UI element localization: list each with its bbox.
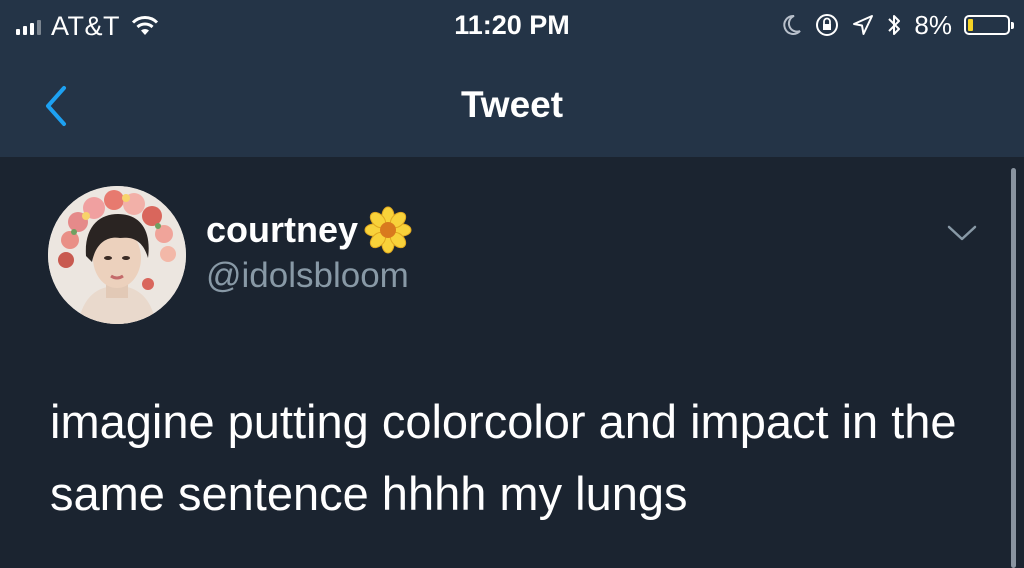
avatar-image [48, 186, 186, 324]
flower-emoji-icon [364, 206, 412, 254]
status-right: 8% [780, 8, 1014, 42]
status-bar: AT&T 11:20 PM 8% [0, 0, 1024, 52]
author-display-name[interactable]: courtney [206, 209, 358, 251]
author-name-row[interactable]: courtney [206, 206, 412, 254]
chevron-down-icon [947, 225, 977, 241]
scrollbar[interactable] [1011, 168, 1016, 568]
page-title: Tweet [460, 84, 564, 125]
moon-icon [783, 14, 802, 35]
top-bar: AT&T 11:20 PM 8% Tweet [0, 0, 1024, 157]
battery-percent: 8% [914, 9, 952, 40]
tweet-menu-button[interactable] [946, 222, 978, 249]
battery-icon [964, 15, 1014, 35]
location-icon [853, 15, 874, 35]
author-handle[interactable]: @idolsbloom [206, 256, 409, 296]
orientation-lock-icon [816, 14, 839, 36]
tweet-text: imagine putting colorcolor and impact in… [50, 395, 957, 520]
bluetooth-icon [888, 15, 901, 35]
avatar[interactable] [48, 186, 186, 324]
